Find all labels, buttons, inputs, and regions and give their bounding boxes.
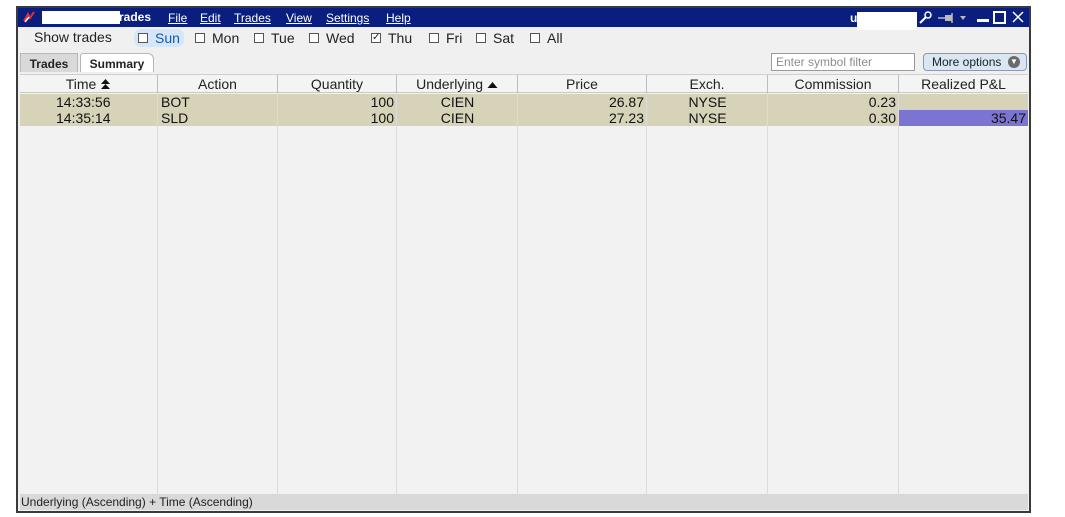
menu-edit[interactable]: Edit (200, 11, 221, 25)
day-filter-mon[interactable]: Mon (195, 29, 239, 47)
day-label-wed: Wed (326, 30, 355, 46)
column-divider (767, 93, 768, 494)
checkbox-sun[interactable] (138, 33, 148, 43)
column-header-label: Underlying (416, 76, 484, 92)
window-title: rades (119, 10, 152, 24)
column-header-label: Action (198, 76, 237, 92)
cell-realized-pnl: 35.47 (899, 110, 1028, 126)
chevron-down-icon: ▼ (1008, 56, 1020, 68)
show-trades-filter: Show trades Sun Mon Tue Wed ✓ Thu Fri Sa… (18, 27, 1029, 49)
column-header-label: Exch. (689, 76, 725, 92)
sort-double-up-icon (101, 79, 111, 89)
day-filter-tue[interactable]: Tue (254, 29, 295, 47)
column-divider (277, 93, 278, 494)
column-divider (646, 93, 647, 494)
checkbox-mon[interactable] (195, 33, 205, 43)
menu-help[interactable]: Help (386, 11, 411, 25)
pin-icon[interactable] (937, 10, 957, 25)
symbol-filter-input[interactable] (771, 53, 915, 71)
table-row[interactable]: 14:33:56 BOT 100 CIEN 26.87 NYSE 0.23 (20, 94, 1028, 110)
cell-realized-pnl (899, 94, 1027, 110)
show-trades-label: Show trades (34, 29, 112, 45)
tab-summary[interactable]: Summary (80, 53, 154, 72)
app-logo-icon (22, 10, 36, 24)
cell-price: 27.23 (608, 110, 644, 126)
dropdown-icon[interactable] (959, 10, 967, 25)
cell-exch: NYSE (688, 110, 727, 126)
sort-status-text: Underlying (Ascending) + Time (Ascending… (21, 495, 253, 509)
cell-commission: 0.23 (868, 94, 896, 110)
column-header-label: Realized P&L (921, 76, 1006, 92)
column-divider (517, 93, 518, 494)
day-filter-thu[interactable]: ✓ Thu (371, 29, 412, 47)
table-header: Time Action Quantity Underlying Price Ex… (20, 75, 1028, 93)
redacted-title-block (42, 11, 120, 24)
column-header-quantity[interactable]: Quantity (278, 75, 397, 93)
day-label-fri: Fri (446, 30, 463, 46)
cell-action: SLD (161, 110, 189, 126)
cell-underlying: CIEN (440, 110, 475, 126)
day-filter-wed[interactable]: Wed (309, 29, 355, 47)
cell-time: 14:33:56 (56, 94, 111, 110)
sort-up-icon (487, 82, 498, 88)
checkbox-wed[interactable] (309, 33, 319, 43)
checkbox-sat[interactable] (476, 33, 486, 43)
column-header-action[interactable]: Action (158, 75, 278, 93)
menu-trades[interactable]: Trades (234, 11, 271, 25)
checkbox-thu[interactable]: ✓ (371, 33, 381, 43)
menu-view[interactable]: View (286, 11, 312, 25)
checkbox-tue[interactable] (254, 33, 264, 43)
column-header-label: Quantity (310, 76, 364, 92)
column-header-underlying[interactable]: Underlying (397, 75, 518, 93)
table-row[interactable]: 14:35:14 SLD 100 CIEN 27.23 NYSE 0.30 35… (20, 110, 1028, 126)
day-label-tue: Tue (271, 30, 295, 46)
trades-window: rades File Edit Trades View Settings Hel… (16, 6, 1031, 513)
day-label-all: All (547, 30, 563, 46)
column-header-label: Price (566, 76, 598, 92)
cell-time: 14:35:14 (56, 110, 111, 126)
cell-quantity: 100 (370, 94, 394, 110)
column-header-exch[interactable]: Exch. (647, 75, 768, 93)
cell-price: 26.87 (608, 94, 644, 110)
sort-status-bar: Underlying (Ascending) + Time (Ascending… (20, 494, 1028, 510)
cell-exch: NYSE (688, 94, 727, 110)
column-header-time[interactable]: Time (20, 75, 158, 93)
cell-commission: 0.30 (868, 110, 896, 126)
day-filter-all[interactable]: All (530, 29, 563, 47)
trades-table: Time Action Quantity Underlying Price Ex… (20, 74, 1028, 494)
cell-underlying: CIEN (440, 94, 475, 110)
tab-trades[interactable]: Trades (20, 53, 78, 72)
column-header-label: Commission (794, 76, 872, 92)
title-bar[interactable]: rades File Edit Trades View Settings Hel… (18, 8, 1029, 30)
checkbox-all[interactable] (530, 33, 540, 43)
day-label-thu: Thu (388, 30, 413, 46)
day-filter-fri[interactable]: Fri (429, 29, 462, 47)
menu-file[interactable]: File (168, 11, 187, 25)
menu-settings[interactable]: Settings (326, 11, 369, 25)
day-label-sat: Sat (493, 30, 515, 46)
column-header-price[interactable]: Price (518, 75, 647, 93)
day-label-mon: Mon (212, 30, 240, 46)
day-filter-sat[interactable]: Sat (476, 29, 514, 47)
minimize-icon[interactable] (976, 10, 990, 25)
more-options-label: More options (932, 55, 1002, 69)
cell-quantity: 100 (370, 110, 394, 126)
wrench-icon[interactable] (918, 10, 932, 25)
day-label-sun: Sun (155, 30, 180, 46)
checkbox-fri[interactable] (429, 33, 439, 43)
column-divider (157, 93, 158, 494)
cell-action: BOT (161, 94, 190, 110)
column-divider (396, 93, 397, 494)
column-header-realized-pnl[interactable]: Realized P&L (899, 75, 1028, 93)
column-divider (898, 93, 899, 494)
day-filter-sun[interactable]: Sun (134, 29, 184, 47)
maximize-icon[interactable] (993, 10, 1007, 25)
close-icon[interactable] (1011, 10, 1025, 25)
column-header-label: Time (65, 76, 97, 92)
more-options-button[interactable]: More options ▼ (923, 53, 1027, 71)
column-header-commission[interactable]: Commission (768, 75, 899, 93)
